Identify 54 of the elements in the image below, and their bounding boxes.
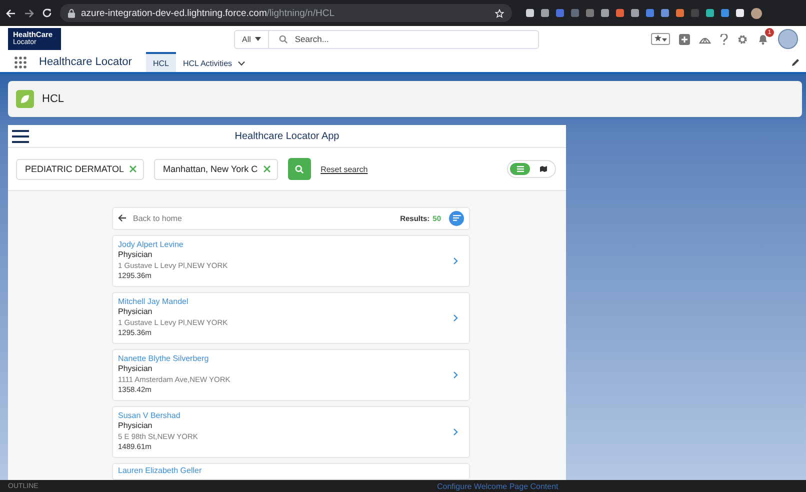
caret-down-icon [254, 37, 261, 41]
back-to-home-link[interactable]: Back to home [133, 214, 182, 223]
favorites-button[interactable] [651, 33, 670, 45]
physician-name[interactable]: Jody Alpert Levine [118, 240, 184, 250]
add-icon[interactable] [679, 34, 690, 44]
app-title: Healthcare Locator App [234, 130, 340, 142]
caret-down-icon [662, 38, 667, 42]
app-name: Healthcare Locator [39, 56, 132, 68]
clear-icon[interactable] [262, 165, 271, 173]
help-icon[interactable] [720, 34, 728, 44]
url-text: azure-integration-dev-ed.lightning.force.com/lightning/n/HCL [81, 8, 334, 18]
search-button[interactable] [288, 158, 311, 180]
chevron-right-icon[interactable] [453, 256, 458, 265]
sort-icon [452, 215, 460, 222]
map-icon [540, 166, 546, 172]
chevron-right-icon[interactable] [453, 428, 458, 436]
physician-name[interactable]: Susan V Bershad [118, 410, 180, 422]
notifications-icon[interactable] [757, 33, 769, 45]
physician-role: Physician [118, 250, 152, 261]
filter-field[interactable]: PEDIATRIC DERMATOL [16, 158, 144, 180]
profile-avatar[interactable] [751, 8, 762, 18]
result-card[interactable]: Lauren Elizabeth Geller [112, 462, 470, 480]
back-icon[interactable] [6, 8, 16, 18]
lock-icon [68, 8, 75, 18]
physician-role: Physician [118, 421, 152, 432]
user-avatar[interactable] [778, 29, 798, 49]
settings-icon[interactable] [737, 34, 748, 44]
chevron-right-icon[interactable] [453, 370, 458, 379]
leaf-icon [16, 90, 34, 108]
filter-field[interactable]: Manhattan, New York C [154, 158, 278, 180]
edit-pencil-icon[interactable] [791, 58, 800, 66]
page-title: HCL [42, 93, 64, 105]
physician-name[interactable]: Mitchell Jay Mandel [118, 296, 188, 308]
back-arrow-icon[interactable] [118, 214, 127, 222]
bookmark-star-icon[interactable] [495, 8, 504, 18]
reload-icon[interactable] [42, 8, 52, 18]
nav-tab[interactable]: HCL [146, 52, 176, 72]
physician-role: Physician [118, 364, 152, 375]
nav-tab[interactable]: HCL Activities [176, 52, 252, 72]
physician-name[interactable]: Lauren Elizabeth Geller [118, 466, 202, 477]
chevron-down-icon[interactable] [238, 60, 246, 66]
clear-icon[interactable] [129, 165, 138, 173]
global-search-field[interactable]: Search... [268, 30, 539, 48]
menu-icon[interactable] [12, 130, 29, 142]
address-bar[interactable]: azure-integration-dev-ed.lightning.force.com/lightning/n/HCL [60, 4, 512, 22]
app-launcher-icon[interactable] [14, 56, 27, 68]
chevron-right-icon[interactable] [453, 314, 458, 322]
list-icon [516, 166, 524, 172]
physician-role: Physician [118, 307, 152, 318]
reset-search-link[interactable]: Reset search [320, 164, 368, 174]
search-scope-dropdown[interactable]: All [234, 30, 269, 48]
sort-button[interactable] [449, 210, 464, 226]
search-icon [294, 164, 304, 174]
forward-icon[interactable] [24, 8, 34, 18]
